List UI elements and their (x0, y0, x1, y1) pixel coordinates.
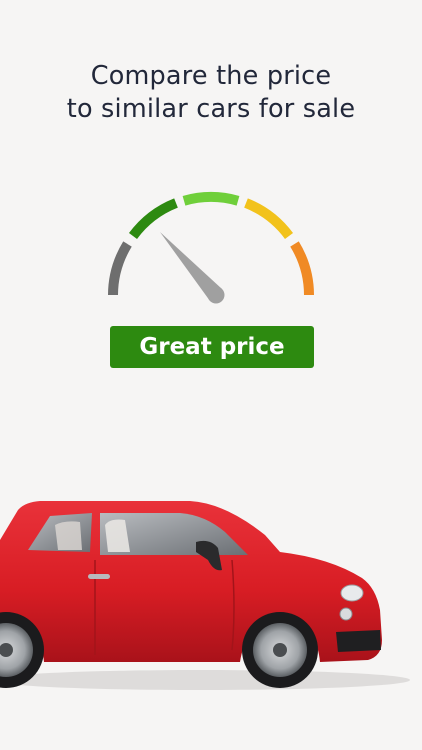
gauge-needle (160, 232, 225, 304)
car-image (0, 501, 410, 690)
headline-line-2: to similar cars for sale (66, 94, 356, 124)
car-headlight (340, 584, 364, 602)
headline-line-1: Compare the price (90, 61, 332, 91)
headline: Compare the price to similar cars for sa… (0, 60, 422, 126)
gauge-segment-high (290, 241, 314, 296)
gauge-segment-poor (108, 241, 132, 296)
price-gauge (108, 192, 314, 304)
gauge-segment-great (128, 198, 178, 240)
price-rating-badge: Great price (110, 326, 314, 368)
car-door-handle (88, 574, 110, 579)
gauge-segment-good (182, 192, 240, 206)
gauge-segment-fair (244, 198, 294, 240)
car-front-wheel (242, 612, 318, 688)
